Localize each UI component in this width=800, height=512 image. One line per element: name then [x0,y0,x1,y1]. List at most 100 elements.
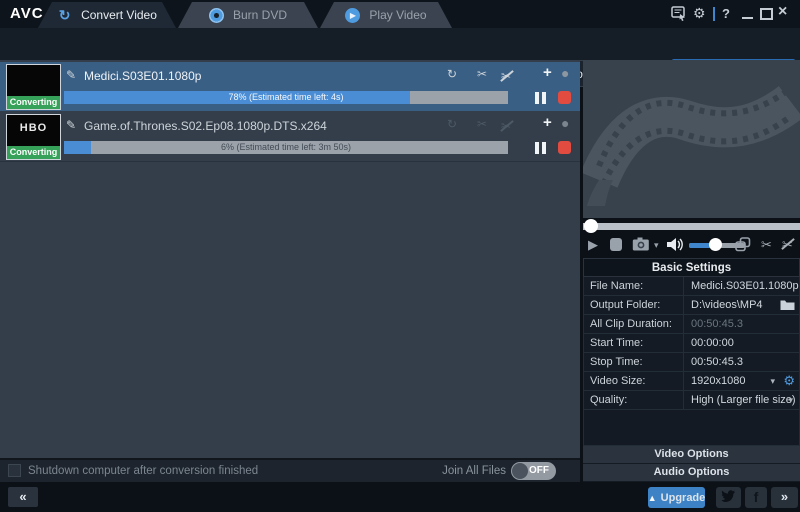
video-thumbnail[interactable]: Converting [6,64,61,110]
file-title: Game.of.Thrones.S02.Ep08.1080p.DTS.x264 [84,119,327,133]
tab-convert-video[interactable]: ↻ Convert Video [38,2,176,28]
tab-convert-video-label: Convert Video [81,8,157,22]
progress-text: 78% (Estimated time left: 4s) [64,91,508,104]
video-size-caret-icon[interactable]: ▾ [770,372,775,390]
join-all-files-toggle[interactable]: OFF [511,462,556,480]
setting-row-start-time: Start Time: 00:00:00 [583,334,800,353]
toggle-knob [512,463,528,479]
title-bar: AVC ↻ Convert Video Burn DVD ▶ Play Vide… [0,0,800,28]
upgrade-arrow-icon: ▲ [648,493,657,503]
burn-dvd-icon [209,8,224,23]
video-size-value[interactable]: 1920x1080 [691,372,745,390]
progress-text: 6% (Estimated time left: 3m 50s) [64,141,508,154]
setting-label: File Name: [584,277,684,295]
more-share-button[interactable]: » [771,487,798,508]
video-size-gear-icon[interactable]: ⚙ [783,372,795,390]
file-row-2[interactable]: HBO Converting ✎ Game.of.Thrones.S02.Ep0… [0,112,580,162]
clip-scissors-icon[interactable]: ✂ [761,237,772,253]
convert-video-icon: ↻ [57,8,72,23]
upgrade-label: Upgrade [661,492,706,504]
setting-label: Output Folder: [584,296,684,314]
setting-row-output-folder: Output Folder: D:\videos\MP4 [583,296,800,315]
status-badge: Converting [7,96,60,109]
duplicate-icon[interactable] [735,237,751,257]
stop-button[interactable] [558,91,571,104]
remove-clip-icon[interactable]: ✂ [782,237,793,253]
player-controls: ▶ ▾ ✂ ✂ [583,234,800,256]
video-preview-area [583,60,800,218]
seek-bar[interactable] [583,218,800,234]
setting-label: Video Size: [584,372,684,390]
collapse-panel-button[interactable]: « [8,487,38,507]
play-button[interactable]: ▶ [588,237,598,253]
queue-state-icon[interactable]: ● [561,65,569,81]
rename-pencil-icon[interactable]: ✎ [66,118,76,132]
filmstrip-placeholder-graphic [583,60,800,218]
audio-options-header[interactable]: Audio Options [583,464,800,482]
clip-scissors-icon[interactable]: ✂ [477,117,487,131]
setting-label: Quality: [584,391,684,409]
help-button[interactable]: ? [722,6,730,21]
add-effect-plus-icon[interactable]: + [543,64,552,81]
any-video-converter-window: AVC ↻ Convert Video Burn DVD ▶ Play Vide… [0,0,800,512]
avc-logo: AVC [10,5,44,22]
feedback-icon[interactable] [671,6,687,26]
stop-playback-button[interactable] [610,238,622,251]
settings-gear-icon[interactable]: ⚙ [693,5,706,22]
output-folder-value[interactable]: D:\videos\MP4 [691,296,763,314]
rename-pencil-icon[interactable]: ✎ [66,68,76,82]
setting-row-file-name: File Name: Medici.S03E01.1080p [583,277,800,296]
tab-burn-dvd[interactable]: Burn DVD [178,2,318,28]
video-thumbnail[interactable]: HBO Converting [6,114,61,160]
play-video-icon: ▶ [345,8,360,23]
file-row-1[interactable]: Converting ✎ Medici.S03E01.1080p ↻ ✂ ✂ +… [0,62,580,111]
tab-burn-dvd-label: Burn DVD [233,8,287,22]
facebook-button[interactable]: f [745,487,767,508]
stop-time-value[interactable]: 00:50:45.3 [691,353,743,371]
quality-caret-icon[interactable]: ▾ [788,391,793,409]
pause-button[interactable] [535,92,546,104]
remove-clip-icon[interactable]: ✂ [501,69,511,83]
close-button[interactable]: × [778,3,787,21]
status-badge: Converting [7,146,60,159]
snapshot-camera-icon[interactable] [632,237,650,256]
seek-handle[interactable] [584,219,598,233]
setting-label: Start Time: [584,334,684,352]
toggle-state: OFF [529,462,549,480]
settings-empty-area [583,410,800,446]
clip-scissors-icon[interactable]: ✂ [477,67,487,81]
seek-track[interactable] [583,223,800,230]
reconvert-icon[interactable]: ↻ [447,117,457,131]
setting-label: All Clip Duration: [584,315,684,333]
minimize-button[interactable] [742,17,753,19]
reconvert-icon[interactable]: ↻ [447,67,457,81]
setting-row-stop-time: Stop Time: 00:50:45.3 [583,353,800,372]
twitter-button[interactable] [716,487,741,508]
shutdown-checkbox[interactable] [8,464,21,477]
twitter-bird-icon [721,490,736,503]
basic-settings-header[interactable]: Basic Settings [583,258,800,277]
video-options-header[interactable]: Video Options [583,446,800,464]
open-folder-icon[interactable] [780,298,795,316]
toolbar: + Add CD Disc ▾ + Add Video(s) + Add URL… [0,28,800,62]
add-effect-plus-icon[interactable]: + [543,114,552,131]
setting-label: Stop Time: [584,353,684,371]
start-time-value[interactable]: 00:00:00 [691,334,734,352]
snapshot-caret-icon[interactable]: ▾ [654,240,659,251]
setting-row-video-size: Video Size: 1920x1080 ▾ ⚙ [583,372,800,391]
stop-button[interactable] [558,141,571,154]
all-clip-duration-value: 00:50:45.3 [691,315,743,333]
remove-clip-icon[interactable]: ✂ [501,119,511,133]
file-name-value[interactable]: Medici.S03E01.1080p [691,277,799,295]
quality-value[interactable]: High (Larger file size) [691,391,796,409]
thumbnail-text: HBO [7,122,60,134]
tab-play-video[interactable]: ▶ Play Video [320,2,452,28]
volume-speaker-icon[interactable] [667,237,685,257]
volume-handle[interactable] [709,238,722,251]
join-all-files-label: Join All Files [442,460,506,482]
pause-button[interactable] [535,142,546,154]
queue-state-icon[interactable]: ● [561,115,569,131]
upgrade-button[interactable]: ▲ Upgrade [648,487,705,508]
maximize-button[interactable] [760,8,773,20]
status-bar: Shutdown computer after conversion finis… [0,458,580,482]
